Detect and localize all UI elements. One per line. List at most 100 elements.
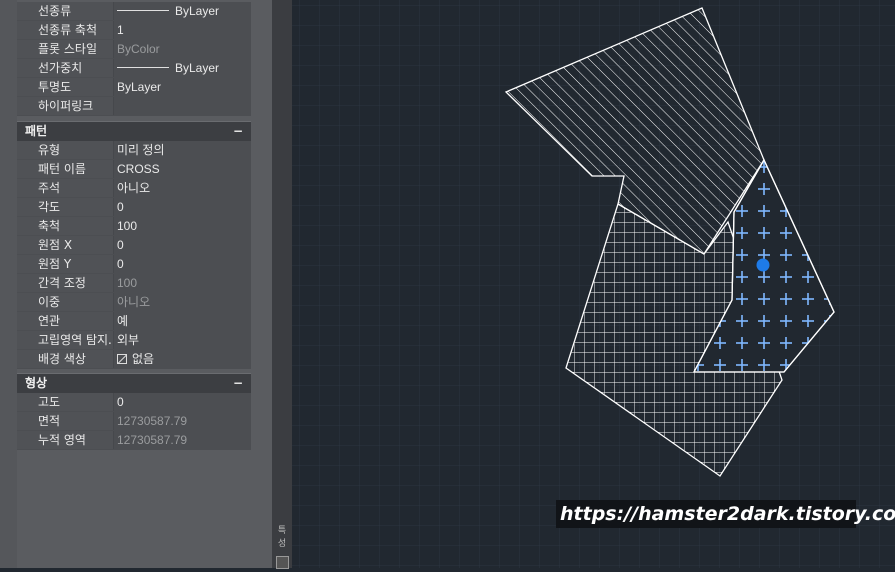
property-value[interactable]: 0 bbox=[114, 236, 251, 254]
property-row[interactable]: 선가중치 ByLayer bbox=[17, 59, 251, 78]
property-value[interactable]: ByLayer bbox=[114, 78, 251, 96]
property-value-text: 1 bbox=[117, 23, 124, 37]
grip-handle[interactable] bbox=[756, 258, 770, 272]
properties-panel: 선종류 ByLayer 선종류 축척 1 플롯 스타일 ByColor 선가중치 ByLaye… bbox=[0, 0, 272, 568]
property-value: ByColor bbox=[114, 40, 251, 58]
collapse-icon[interactable]: − bbox=[233, 122, 251, 141]
property-value[interactable]: 100 bbox=[114, 217, 251, 235]
property-value-text: ByLayer bbox=[117, 80, 162, 94]
watermark-text: https://hamster2dark.tistory.com bbox=[556, 500, 895, 528]
property-row[interactable]: 투명도 ByLayer bbox=[17, 78, 251, 97]
property-row[interactable]: 배경 색상 없음 bbox=[17, 350, 251, 369]
property-value-text: 0 bbox=[117, 257, 124, 271]
property-row[interactable]: 선종류 ByLayer bbox=[17, 2, 251, 21]
property-name: 배경 색상 bbox=[17, 350, 114, 368]
property-value[interactable]: 예 bbox=[114, 312, 251, 330]
property-name: 각도 bbox=[17, 198, 114, 216]
property-value: 100 bbox=[114, 274, 251, 292]
property-row[interactable]: 고도 0 bbox=[17, 393, 251, 412]
property-value: 12730587.79 bbox=[114, 412, 251, 430]
property-value-text: 100 bbox=[117, 276, 138, 290]
property-name: 패턴 이름 bbox=[17, 160, 114, 178]
property-name: 유형 bbox=[17, 141, 114, 159]
property-value-text: ByLayer bbox=[175, 61, 220, 75]
collapse-icon[interactable]: − bbox=[233, 374, 251, 393]
property-value-text: 0 bbox=[117, 200, 124, 214]
property-value-text: CROSS bbox=[117, 162, 160, 176]
property-value-text: ByColor bbox=[117, 42, 160, 56]
property-name: 선종류 축척 bbox=[17, 21, 114, 39]
property-row[interactable]: 주석 아니오 bbox=[17, 179, 251, 198]
panel-menu-icon[interactable] bbox=[276, 556, 289, 569]
property-row[interactable]: 이중 아니오 bbox=[17, 293, 251, 312]
property-row[interactable]: 연관 예 bbox=[17, 312, 251, 331]
property-row[interactable]: 축척 100 bbox=[17, 217, 251, 236]
section-title: 패턴 bbox=[25, 124, 48, 138]
side-tab-label[interactable]: 특성 bbox=[274, 523, 290, 549]
linetype-preview-icon bbox=[117, 10, 169, 12]
property-value[interactable]: 0 bbox=[114, 198, 251, 216]
property-value[interactable]: 0 bbox=[114, 255, 251, 273]
property-name: 연관 bbox=[17, 312, 114, 330]
property-value[interactable]: 0 bbox=[114, 393, 251, 411]
property-name: 누적 영역 bbox=[17, 431, 114, 449]
property-row[interactable]: 각도 0 bbox=[17, 198, 251, 217]
property-name: 축척 bbox=[17, 217, 114, 235]
property-row[interactable]: 간격 조정 100 bbox=[17, 274, 251, 293]
property-value[interactable]: 외부 bbox=[114, 331, 251, 349]
property-name: 플롯 스타일 bbox=[17, 40, 114, 58]
property-value[interactable]: 1 bbox=[114, 21, 251, 39]
panel-strip bbox=[0, 0, 17, 568]
property-value[interactable]: 미리 정의 bbox=[114, 141, 251, 159]
property-row[interactable]: 면적 12730587.79 bbox=[17, 412, 251, 431]
property-name: 선종류 bbox=[17, 2, 114, 20]
property-row[interactable]: 플롯 스타일 ByColor bbox=[17, 40, 251, 59]
section-title: 형상 bbox=[25, 376, 48, 390]
property-row[interactable]: 누적 영역 12730587.79 bbox=[17, 431, 251, 450]
property-value-text: 외부 bbox=[117, 333, 140, 347]
property-value-text: ByLayer bbox=[175, 4, 220, 18]
property-name: 하이퍼링크 bbox=[17, 97, 114, 115]
property-value-text: 100 bbox=[117, 219, 138, 233]
panel-side-bar bbox=[272, 0, 292, 568]
property-name: 고립영역 탐지... bbox=[17, 331, 114, 349]
property-name: 이중 bbox=[17, 293, 114, 311]
property-row[interactable]: 고립영역 탐지... 외부 bbox=[17, 331, 251, 350]
properties-grid: 선종류 ByLayer 선종류 축척 1 플롯 스타일 ByColor 선가중치 ByLaye… bbox=[17, 0, 251, 450]
property-value-text: 0 bbox=[117, 395, 124, 409]
property-value[interactable]: 아니오 bbox=[114, 179, 251, 197]
property-value: 12730587.79 bbox=[114, 431, 251, 449]
property-row[interactable]: 하이퍼링크 bbox=[17, 97, 251, 116]
property-value[interactable] bbox=[114, 97, 251, 115]
property-value-text: 미리 정의 bbox=[117, 143, 165, 157]
property-name: 원점 Y bbox=[17, 255, 114, 273]
property-name: 원점 X bbox=[17, 236, 114, 254]
property-value[interactable]: 없음 bbox=[114, 350, 251, 368]
section-header[interactable]: 패턴 − bbox=[17, 121, 251, 141]
linetype-preview-icon bbox=[117, 67, 169, 69]
property-row[interactable]: 패턴 이름 CROSS bbox=[17, 160, 251, 179]
property-value-text: 없음 bbox=[132, 352, 155, 366]
property-value-text: 예 bbox=[117, 314, 129, 328]
property-row[interactable]: 원점 Y0 bbox=[17, 255, 251, 274]
property-value[interactable]: ByLayer bbox=[114, 59, 251, 77]
property-name: 주석 bbox=[17, 179, 114, 197]
property-value-text: 12730587.79 bbox=[117, 433, 188, 447]
property-row[interactable]: 선종류 축척 1 bbox=[17, 21, 251, 40]
property-value[interactable]: ByLayer bbox=[114, 2, 251, 20]
property-value-text: 12730587.79 bbox=[117, 414, 188, 428]
property-name: 선가중치 bbox=[17, 59, 114, 77]
drawing-svg[interactable] bbox=[292, 0, 895, 568]
property-name: 면적 bbox=[17, 412, 114, 430]
no-color-icon bbox=[117, 353, 127, 364]
property-name: 고도 bbox=[17, 393, 114, 411]
section-header[interactable]: 형상 − bbox=[17, 373, 251, 393]
property-value-text: 0 bbox=[117, 238, 124, 252]
property-row[interactable]: 원점 X0 bbox=[17, 236, 251, 255]
property-value-text: 아니오 bbox=[117, 181, 151, 195]
property-name: 간격 조정 bbox=[17, 274, 114, 292]
drawing-canvas[interactable] bbox=[292, 0, 895, 568]
property-value[interactable]: CROSS bbox=[114, 160, 251, 178]
property-value: 아니오 bbox=[114, 293, 251, 311]
property-row[interactable]: 유형 미리 정의 bbox=[17, 141, 251, 160]
